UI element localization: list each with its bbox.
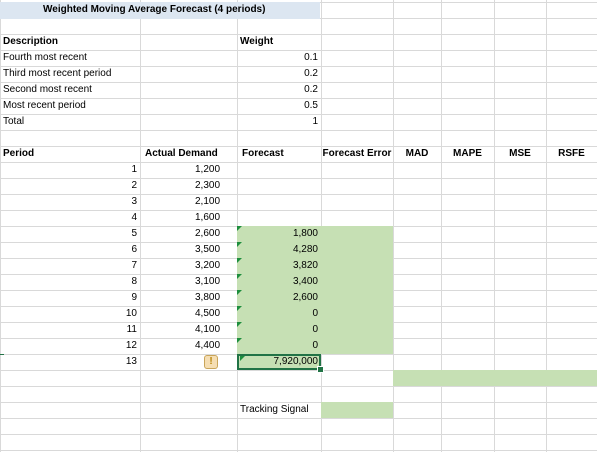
forecast-cell[interactable] <box>237 178 321 194</box>
period-cell[interactable]: 11 <box>0 322 140 338</box>
forecast-cell[interactable]: 1,800 <box>237 226 321 242</box>
actual-demand-cell[interactable]: 2,300 <box>192 178 237 194</box>
weight-label[interactable]: Total <box>0 114 140 130</box>
tracking-signal-highlight <box>321 402 393 418</box>
period-cell[interactable]: 13 <box>0 354 140 370</box>
weight-label[interactable]: Third most recent period <box>0 66 140 82</box>
metrics-highlight-range <box>393 370 597 386</box>
forecast-cell[interactable]: 2,600 <box>237 290 321 306</box>
mape-header[interactable]: MAPE <box>441 146 494 162</box>
actual-demand-header[interactable]: Actual Demand <box>142 146 237 162</box>
forecast-cell[interactable] <box>237 194 321 210</box>
weight-label[interactable]: Second most recent <box>0 82 140 98</box>
period-cell[interactable]: 4 <box>0 210 140 226</box>
weight-header[interactable]: Weight <box>237 34 321 50</box>
rsfe-header[interactable]: RSFE <box>546 146 597 162</box>
forecast-cell[interactable]: 0 <box>237 322 321 338</box>
forecast-cell[interactable]: 7,920,000 <box>237 354 321 370</box>
warning-icon[interactable]: ! <box>204 355 218 369</box>
weight-value[interactable]: 1 <box>237 114 321 130</box>
actual-demand-cell[interactable]: 2,600 <box>192 226 237 242</box>
actual-demand-cell[interactable]: 4,400 <box>192 338 237 354</box>
forecast-header[interactable]: Forecast <box>239 146 323 162</box>
period-cell[interactable]: 7 <box>0 258 140 274</box>
tracking-signal-label[interactable]: Tracking Signal <box>237 402 327 418</box>
period-cell[interactable]: 10 <box>0 306 140 322</box>
forecast-cell[interactable]: 3,820 <box>237 258 321 274</box>
forecast-cell[interactable]: 0 <box>237 338 321 354</box>
mse-header[interactable]: MSE <box>494 146 546 162</box>
forecast-cell[interactable]: 0 <box>237 306 321 322</box>
period-cell[interactable]: 9 <box>0 290 140 306</box>
period-cell[interactable]: 6 <box>0 242 140 258</box>
actual-demand-cell[interactable]: 1,600 <box>192 210 237 226</box>
column-divider <box>140 0 141 452</box>
weight-value[interactable]: 0.2 <box>237 66 321 82</box>
description-header[interactable]: Description <box>0 34 140 50</box>
actual-demand-cell[interactable]: 1,200 <box>192 162 237 178</box>
mad-header[interactable]: MAD <box>393 146 441 162</box>
forecast-error-header[interactable]: Forecast Error <box>321 146 393 162</box>
actual-demand-cell[interactable]: 4,500 <box>192 306 237 322</box>
weight-label[interactable]: Most recent period <box>0 98 140 114</box>
period-cell[interactable]: 3 <box>0 194 140 210</box>
actual-demand-cell[interactable]: 3,500 <box>192 242 237 258</box>
actual-demand-cell[interactable]: 3,200 <box>192 258 237 274</box>
weight-value[interactable]: 0.5 <box>237 98 321 114</box>
weight-label[interactable]: Fourth most recent <box>0 50 140 66</box>
actual-demand-cell[interactable]: 3,800 <box>192 290 237 306</box>
weight-value[interactable]: 0.2 <box>237 82 321 98</box>
period-cell[interactable]: 2 <box>0 178 140 194</box>
actual-demand-cell[interactable]: 3,100 <box>192 274 237 290</box>
period-header[interactable]: Period <box>0 146 140 162</box>
period-cell[interactable]: 8 <box>0 274 140 290</box>
forecast-cell[interactable] <box>237 210 321 226</box>
forecast-cell[interactable]: 3,400 <box>237 274 321 290</box>
period-cell[interactable]: 1 <box>0 162 140 178</box>
weight-value[interactable]: 0.1 <box>237 50 321 66</box>
actual-demand-cell[interactable]: 4,100 <box>192 322 237 338</box>
forecast-cell[interactable] <box>237 162 321 178</box>
actual-demand-cell[interactable]: 2,100 <box>192 194 237 210</box>
period-cell[interactable]: 12 <box>0 338 140 354</box>
sheet-title: Weighted Moving Average Forecast (4 peri… <box>43 4 266 15</box>
period-cell[interactable]: 5 <box>0 226 140 242</box>
forecast-cell[interactable]: 4,280 <box>237 242 321 258</box>
